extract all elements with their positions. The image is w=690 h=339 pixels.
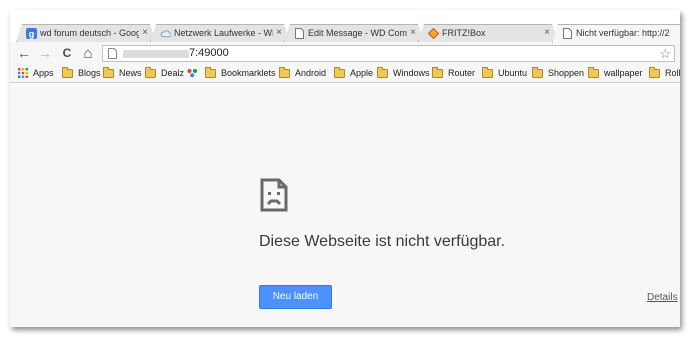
bookmark-android[interactable]: Android [279,66,327,78]
folder-icon [432,66,443,78]
blurred-url-part [123,50,189,58]
bookmark-bookmarklets[interactable]: Bookmarklets [205,66,276,78]
folder-icon [532,66,543,78]
bookmark-label: Ubuntu [498,68,528,78]
tab-title: Netzwerk Laufwerke - WD [174,28,273,38]
bookmark-apple[interactable]: Apple [334,66,374,78]
tab-close-icon[interactable]: × [544,27,550,38]
google-icon: g [26,28,37,39]
browser-toolbar: ← → C ⌂ 7:49000 ☆ [10,42,680,65]
folder-icon [62,66,73,78]
browser-window: g wd forum deutsch - Goog × Netzwerk Lau… [10,10,680,327]
bookmarks-bar: Apps Blogs News Dealz Bookmarklets Andro… [10,65,680,83]
bookmark-ubuntu[interactable]: Ubuntu [482,66,528,78]
tab-wd-forum[interactable]: g wd forum deutsch - Goog × [16,24,156,42]
sad-page-icon [260,178,288,217]
back-arrow-icon[interactable]: ← [16,45,32,61]
tab-fritzbox[interactable]: FRITZ!Box × [418,24,558,42]
bookmark-label: Shoppen [548,68,585,78]
bookmark-label: Apple [350,68,374,78]
tab-netzwerk[interactable]: Netzwerk Laufwerke - WD × [150,24,290,42]
cloud-icon [160,28,171,39]
details-link[interactable]: Details [647,292,678,303]
error-page: Diese Webseite ist nicht verfügbar. Neu … [10,83,680,327]
svg-text:g: g [29,29,35,39]
tab-title: Edit Message - WD Comm [308,28,407,38]
bookmark-label: Router [448,68,476,78]
folder-icon [205,66,216,78]
colored-dots-icon [187,69,197,78]
page-icon [294,28,305,39]
address-bar[interactable]: 7:49000 ☆ [102,45,675,62]
bookmark-rolle[interactable]: Rolle [649,66,680,78]
tab-close-icon[interactable]: × [410,27,416,38]
bookmark-label: Apps [33,68,54,78]
folder-icon [649,66,660,78]
error-message: Diese Webseite ist nicht verfügbar. [259,233,506,250]
bookmark-label: wallpaper [604,68,643,78]
page-icon [108,48,117,64]
folder-icon [334,66,345,78]
bookmark-label: Dealz [161,68,185,78]
bookmark-label: Android [295,68,327,78]
page-icon [562,28,573,39]
url-text: 7:49000 [189,47,229,59]
folder-icon [377,66,388,78]
folder-icon [588,66,599,78]
bookmark-router[interactable]: Router [432,66,476,78]
forward-arrow-icon[interactable]: → [37,45,53,61]
folder-icon [482,66,493,78]
tab-title: FRITZ!Box [442,28,486,38]
tab-nicht-verfuegbar[interactable]: Nicht verfügbar: http://2 [552,24,680,43]
reload-icon[interactable]: C [59,45,75,61]
tab-title: wd forum deutsch - Goog [40,28,139,38]
tab-close-icon[interactable]: × [142,27,148,38]
bookmark-label: Blogs [78,68,101,78]
tab-strip: g wd forum deutsch - Goog × Netzwerk Lau… [10,10,680,42]
fritzbox-icon [428,28,439,39]
tab-edit-message[interactable]: Edit Message - WD Comm × [284,24,424,42]
tab-close-icon[interactable]: × [276,27,282,38]
folder-icon [145,66,156,78]
bookmark-dealz[interactable]: Dealz [145,66,185,78]
bookmark-label: Rolle [665,68,680,78]
bookmark-wallpaper[interactable]: wallpaper [588,66,643,78]
reload-button[interactable]: Neu laden [259,285,332,309]
bookmark-shoppen[interactable]: Shoppen [532,66,585,78]
tab-title: Nicht verfügbar: http://2 [576,28,670,38]
bookmark-blogs[interactable]: Blogs [62,66,101,78]
bookmark-windows[interactable]: Windows [377,66,430,78]
folder-icon [103,66,114,78]
bookmark-label: News [119,68,142,78]
bookmark-label: Bookmarklets [221,68,276,78]
bookmark-colored-dots[interactable] [187,68,198,78]
home-icon[interactable]: ⌂ [80,45,96,62]
bookmark-label: Windows [393,68,430,78]
bookmark-apps[interactable]: Apps [18,68,54,78]
folder-icon [279,66,290,78]
apps-grid-icon [18,68,28,78]
bookmark-news[interactable]: News [103,66,142,78]
bookmark-star-icon[interactable]: ☆ [659,46,671,61]
